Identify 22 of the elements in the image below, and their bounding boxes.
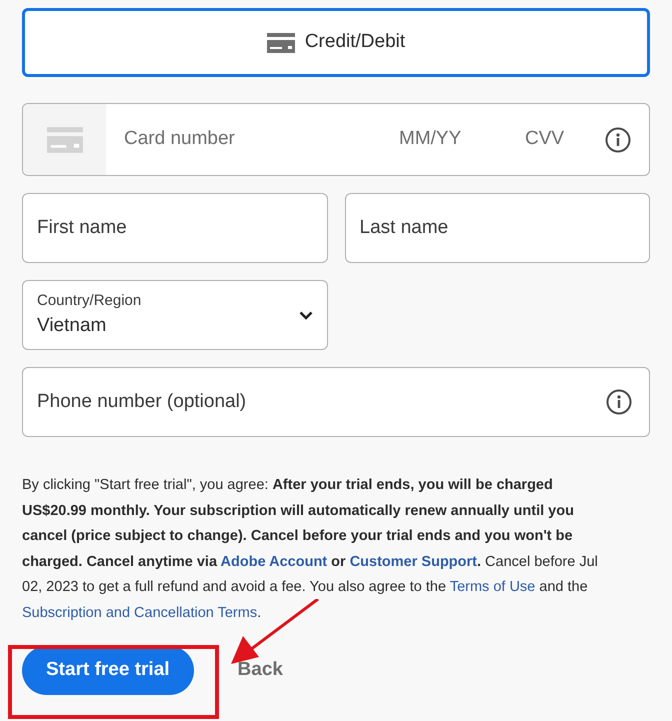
expiry-field[interactable]: MM/YY xyxy=(399,125,499,154)
country-dropdown[interactable]: Country/Region Vietnam xyxy=(22,280,328,350)
cvv-field[interactable]: CVV xyxy=(525,125,605,154)
info-icon[interactable] xyxy=(606,389,632,415)
link[interactable]: Customer Support xyxy=(350,554,477,570)
phone-field[interactable]: Phone number (optional) xyxy=(22,367,650,437)
dropdown-label: Country/Region xyxy=(37,290,142,310)
link[interactable]: Terms of Use xyxy=(450,579,536,595)
credit-card-icon xyxy=(46,126,82,152)
card-number-field[interactable]: Card number xyxy=(124,125,399,154)
payment-method-button[interactable]: Credit/Debit xyxy=(22,8,650,77)
first-name-field[interactable]: First name xyxy=(22,193,328,263)
link[interactable]: Adobe Account xyxy=(220,554,328,570)
info-icon[interactable] xyxy=(605,126,631,152)
chevron-down-icon xyxy=(298,310,312,320)
legal-text: By clicking "Start free trial", you agree: After your trial ends, you will be charged US$20.99 monthly. Your subscription will automatically renew annually until you cancel (price subject to change). Cancel before your trial ends and you won't be charged. Cancel anytime via Adobe Account or Customer Support. Cancel before Jul 02, 2023 to get a full refund and avoid a fee. You also agree to the Terms of Use and the Subscription and Cancellation Terms. xyxy=(22,476,599,622)
link[interactable]: Subscription and Cancellation Terms xyxy=(22,604,258,620)
start-trial-button[interactable]: Start free trial xyxy=(22,646,194,695)
last-name-field[interactable]: Last name xyxy=(344,193,650,263)
back-button[interactable]: Back xyxy=(234,646,287,695)
credit-card-icon xyxy=(266,32,295,52)
dropdown-value: Vietnam xyxy=(37,314,108,338)
